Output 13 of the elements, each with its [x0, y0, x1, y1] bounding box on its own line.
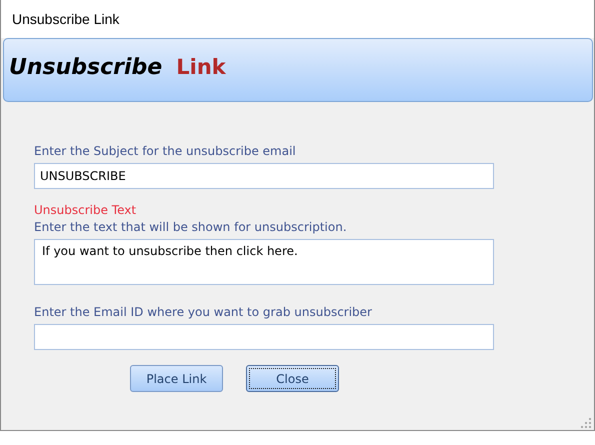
input-field[interactable]: UNSUBSCRIBE	[34, 163, 494, 189]
banner-title: Unsubscribe	[9, 55, 162, 80]
field-label: Enter the Email ID where you want to grab unsubscriber	[34, 305, 373, 321]
text-area[interactable]: If you want to unsubscribe then click here.	[34, 239, 494, 285]
section-heading: Unsubscribe Text	[34, 203, 138, 219]
field-label: Enter the text that will be shown for unsubscription.	[34, 220, 348, 236]
resize-grip-icon[interactable]	[581, 418, 591, 428]
input-field[interactable]	[34, 324, 494, 350]
banner-highlight: Link	[176, 55, 226, 79]
window-title: Unsubscribe Link	[12, 11, 120, 27]
dialog-button[interactable]: Close	[246, 365, 339, 392]
dialog-button[interactable]: Place Link	[130, 365, 223, 392]
field-label: Enter the Subject for the unsubscribe email	[34, 144, 297, 160]
